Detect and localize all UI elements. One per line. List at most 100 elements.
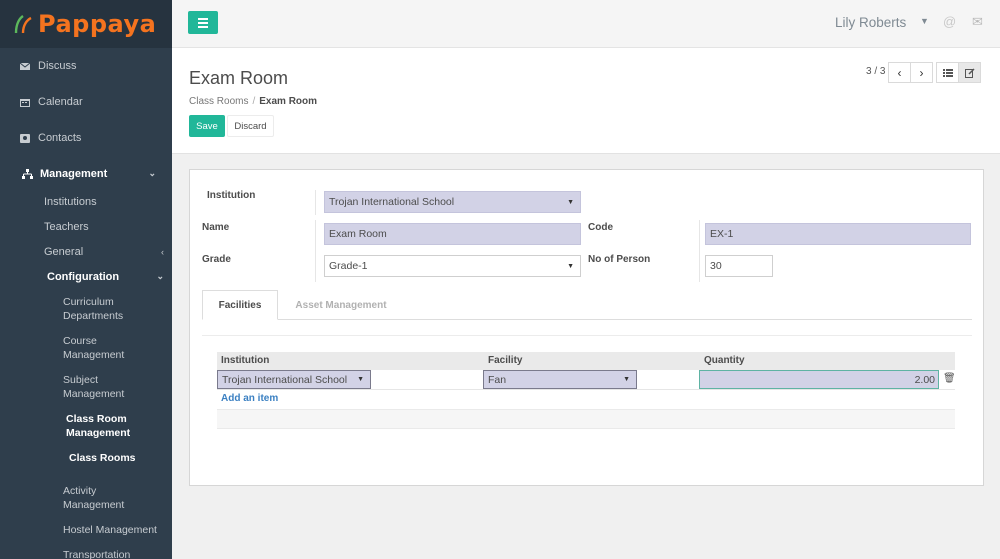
sidebar-item-class-room-management[interactable]: Class Room Management xyxy=(0,412,172,440)
no-of-person-input[interactable]: 30 xyxy=(705,255,773,277)
at-icon[interactable]: @ xyxy=(943,14,956,29)
sidebar-item-label: Course xyxy=(63,335,97,347)
sidebar-item-label: Departments xyxy=(63,310,124,322)
code-label: Code xyxy=(588,222,613,233)
chevron-left-icon: ‹ xyxy=(161,246,164,257)
table-empty-row xyxy=(217,409,955,429)
sidebar-item-transportation[interactable]: Transportation xyxy=(0,548,172,559)
sidebar-item-label: Management xyxy=(66,427,131,439)
sidebar-item-institutions[interactable]: Institutions xyxy=(0,189,172,214)
contact-card-icon xyxy=(20,133,30,143)
chevron-down-icon: ⌄ xyxy=(148,168,156,178)
no-of-person-label: No of Person xyxy=(588,254,651,265)
column-header-institution[interactable]: Institution xyxy=(221,355,269,366)
no-of-person-value: 30 xyxy=(710,260,722,272)
row-facility-select[interactable]: Fan ▼ xyxy=(483,370,637,389)
sidebar-item-label: General xyxy=(44,245,84,258)
field-divider xyxy=(315,190,316,215)
sidebar-item-label: Management xyxy=(63,349,125,361)
table-header: Institution Facility Quantity xyxy=(217,352,955,370)
sidebar-item-configuration[interactable]: Configuration ⌄ xyxy=(0,264,172,289)
facilities-table: Institution Facility Quantity Trojan Int… xyxy=(217,352,956,429)
sidebar-item-label: Discuss xyxy=(38,60,77,72)
discard-button[interactable]: Discard xyxy=(227,115,274,137)
app-logo[interactable]: Pappaya xyxy=(0,0,172,48)
add-an-item-link[interactable]: Add an item xyxy=(221,393,278,404)
chat-icon[interactable]: ✉ xyxy=(972,14,983,30)
user-menu[interactable]: Lily Roberts xyxy=(835,15,906,30)
row-institution-value: Trojan International School xyxy=(222,373,348,386)
sidebar-item-label: Class Room xyxy=(66,413,127,425)
save-button[interactable]: Save xyxy=(189,115,225,137)
calendar-icon xyxy=(20,98,30,107)
sidebar-item-label: Class Rooms xyxy=(69,452,136,464)
sitemap-icon xyxy=(22,169,33,179)
column-header-facility[interactable]: Facility xyxy=(488,355,522,366)
sidebar-item-label: Curriculum xyxy=(63,296,114,308)
sidebar-item-hostel-management[interactable]: Hostel Management xyxy=(0,523,172,537)
pager-next-button[interactable]: › xyxy=(910,62,933,83)
chevron-left-icon: ‹ xyxy=(897,65,902,80)
envelope-icon xyxy=(20,62,30,70)
sidebar-item-label: Management xyxy=(63,388,125,400)
sidebar-item-teachers[interactable]: Teachers xyxy=(0,214,172,239)
hamburger-icon xyxy=(198,17,208,20)
sidebar-item-curriculum-departments[interactable]: Curriculum Departments xyxy=(0,295,172,323)
sidebar-item-label: Management xyxy=(40,168,108,180)
caret-down-icon: ▼ xyxy=(623,376,630,383)
sidebar-item-class-rooms[interactable]: Class Rooms xyxy=(0,451,172,465)
sidebar-item-label: Hostel Management xyxy=(63,524,157,536)
row-facility-value: Fan xyxy=(488,373,507,386)
trash-icon[interactable]: 🗑 xyxy=(943,373,956,384)
form-view-button[interactable] xyxy=(958,62,981,83)
institution-label: Institution xyxy=(207,190,256,201)
grade-label: Grade xyxy=(202,254,231,265)
breadcrumb-current: Exam Room xyxy=(259,96,318,107)
top-bar: Lily Roberts ▼ @ ✉ xyxy=(172,0,1000,48)
sidebar-item-general[interactable]: General ‹ xyxy=(0,239,172,264)
tab-asset-management[interactable]: Asset Management xyxy=(286,290,396,320)
edit-form-icon xyxy=(964,67,975,78)
control-panel: Exam Room Class Rooms / Exam Room Save Dis… xyxy=(172,48,1000,154)
breadcrumb-parent-link[interactable]: Class Rooms xyxy=(189,96,248,107)
chevron-down-icon: ⌄ xyxy=(156,271,164,281)
sidebar-item-label: Subject xyxy=(63,374,99,386)
breadcrumb-separator: / xyxy=(252,96,256,107)
code-input[interactable]: EX-1 xyxy=(705,223,971,245)
field-divider xyxy=(699,220,700,282)
sidebar-item-calendar[interactable]: Calendar xyxy=(0,84,172,120)
sidebar-item-course-management[interactable]: Course Management xyxy=(0,334,172,362)
sidebar-item-discuss[interactable]: Discuss xyxy=(0,48,172,84)
sidebar-item-activity-management[interactable]: Activity Management xyxy=(0,484,172,512)
caret-down-icon[interactable]: ▼ xyxy=(920,16,929,26)
pager-counter: 3 / 3 xyxy=(866,66,886,77)
sidebar-item-label: Contacts xyxy=(38,132,82,144)
pager-previous-button[interactable]: ‹ xyxy=(888,62,911,83)
institution-value: Trojan International School xyxy=(329,196,455,208)
pappaya-leaf-icon xyxy=(14,15,32,34)
sidebar: Pappaya Discuss Calendar Contacts Manage… xyxy=(0,0,172,559)
code-value: EX-1 xyxy=(710,228,734,240)
row-quantity-value: 2.00 xyxy=(914,373,935,386)
grade-value: Grade-1 xyxy=(329,260,368,272)
sidebar-item-contacts[interactable]: Contacts xyxy=(0,120,172,156)
sidebar-item-label: Configuration xyxy=(47,270,120,283)
column-header-quantity[interactable]: Quantity xyxy=(704,355,745,366)
list-view-button[interactable] xyxy=(936,62,959,83)
tab-facilities[interactable]: Facilities xyxy=(202,290,278,320)
name-label: Name xyxy=(202,222,230,233)
hamburger-menu-button[interactable] xyxy=(188,11,218,34)
caret-down-icon: ▼ xyxy=(567,198,574,206)
name-input[interactable]: Exam Room xyxy=(324,223,581,245)
sidebar-item-label: Management xyxy=(63,499,125,511)
grade-select[interactable]: Grade-1 ▼ xyxy=(324,255,581,277)
list-view-icon xyxy=(942,68,953,77)
sidebar-item-label: Activity xyxy=(63,485,97,497)
institution-select[interactable]: Trojan International School ▼ xyxy=(324,191,581,213)
sidebar-item-management[interactable]: Management ⌄ xyxy=(0,156,172,192)
row-institution-select[interactable]: Trojan International School ▼ xyxy=(217,370,371,389)
table-row[interactable]: Trojan International School ▼ Fan ▼ 2.00… xyxy=(217,370,956,390)
row-quantity-input[interactable]: 2.00 xyxy=(699,370,939,389)
name-value: Exam Room xyxy=(329,228,387,240)
sidebar-item-subject-management[interactable]: Subject Management xyxy=(0,373,172,401)
